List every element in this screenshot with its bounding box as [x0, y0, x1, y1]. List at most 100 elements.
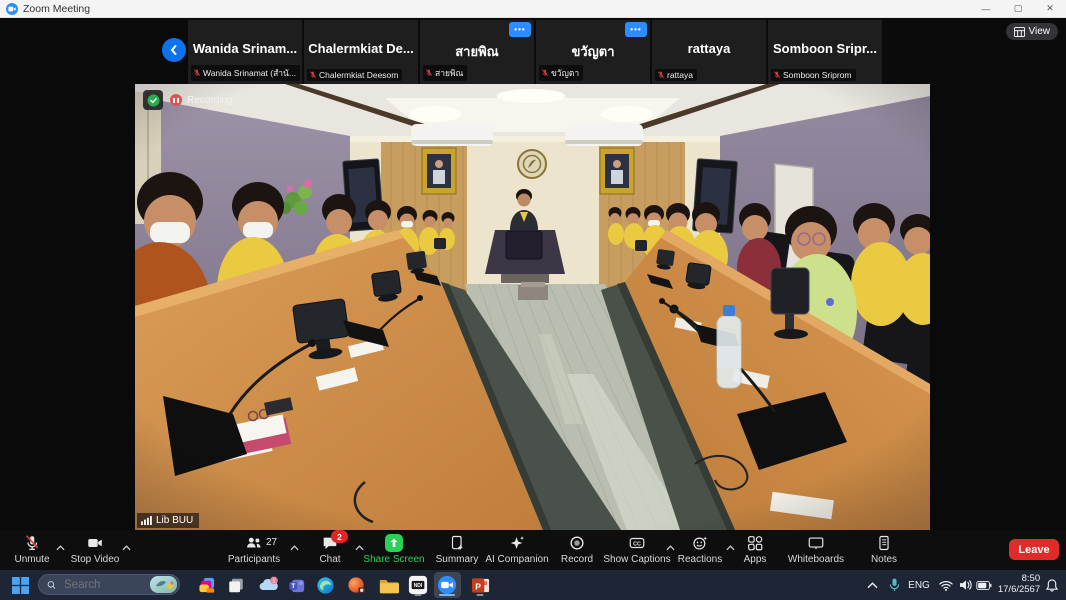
close-icon[interactable]: ✕: [1034, 0, 1066, 17]
powerpoint-icon[interactable]: P: [468, 573, 492, 597]
running-indicator: [415, 594, 422, 597]
tray-microphone-icon[interactable]: [884, 570, 904, 600]
svg-text:NDI: NDI: [414, 583, 423, 589]
grid-view-icon: [1014, 27, 1025, 37]
running-indicator-active: [439, 594, 455, 597]
apps-icon: [746, 534, 764, 552]
edge-browser-icon[interactable]: [313, 573, 337, 597]
recording-indicator[interactable]: Recording: [170, 94, 233, 106]
record-icon: [568, 534, 586, 552]
participant-label: Chalermkiat Deesom: [307, 69, 402, 81]
wifi-icon[interactable]: [936, 570, 956, 600]
search-highlight-image[interactable]: [150, 576, 177, 593]
view-button[interactable]: View: [1006, 23, 1059, 40]
ndi-app-icon[interactable]: NDI: [406, 573, 430, 597]
zoom-app-icon: [6, 3, 18, 15]
camera-icon: [86, 534, 104, 552]
chat-icon: 2: [321, 534, 339, 552]
start-button[interactable]: [8, 573, 32, 597]
tray-expand-chevron[interactable]: [862, 570, 882, 600]
search-icon: [47, 579, 56, 591]
participants-count: 27: [266, 537, 277, 548]
participant-label: ขวัญตา: [539, 65, 583, 81]
windows-taskbar: 1 T NDI P ENG: [0, 570, 1066, 600]
audio-level-icon: [141, 516, 152, 525]
notifications-bell-icon[interactable]: [1042, 570, 1062, 600]
participants-icon: 27: [245, 534, 263, 552]
tile-more-button[interactable]: •••: [509, 22, 531, 37]
active-speaker-chip: Lib BUU: [137, 513, 199, 528]
participant-tile[interactable]: Somboon Sripr... Somboon Sriprom: [768, 20, 883, 84]
teams-icon[interactable]: T: [285, 573, 309, 597]
running-indicator: [477, 594, 484, 597]
participant-name: Chalermkiat De...: [304, 41, 418, 56]
window-controls: — ▢ ✕: [970, 0, 1066, 17]
share-screen-icon: [385, 534, 403, 552]
participant-label: rattaya: [655, 69, 697, 81]
participant-name: rattaya: [652, 41, 766, 56]
onedrive-cloud-icon[interactable]: 1: [256, 573, 280, 597]
recording-label: Recording: [187, 95, 233, 106]
zoom-taskbar-icon[interactable]: [435, 573, 459, 597]
filmstrip-back-button[interactable]: [162, 38, 186, 62]
participant-name: Wanida Srinam...: [188, 41, 302, 56]
mic-muted-icon: [23, 534, 41, 552]
leave-button[interactable]: Leave: [1009, 539, 1059, 560]
reactions-icon: [691, 534, 709, 552]
participant-tile[interactable]: Chalermkiat De... Chalermkiat Deesom: [304, 20, 419, 84]
captions-icon: CC: [628, 534, 646, 552]
participant-name: สายพิณ: [420, 41, 534, 62]
title-bar: Zoom Meeting — ▢ ✕: [0, 0, 1066, 18]
participant-label: Wanida Srinamat (สำนั...: [191, 65, 300, 81]
svg-text:1: 1: [272, 579, 275, 585]
battery-icon[interactable]: [973, 570, 995, 600]
ai-companion-icon: [508, 534, 526, 552]
participant-label: สายพิณ: [423, 65, 467, 81]
participant-tile[interactable]: Wanida Srinam... Wanida Srinamat (สำนั..…: [188, 20, 303, 84]
window-title: Zoom Meeting: [23, 3, 90, 15]
zoom-meeting-window: Zoom Meeting — ▢ ✕ Wanida Srinam... Wani…: [0, 0, 1066, 600]
participant-tile[interactable]: ••• ขวัญตา ขวัญตา: [536, 20, 651, 84]
participant-tile[interactable]: ••• สายพิณ สายพิณ: [420, 20, 535, 84]
security-shield-icon[interactable]: [143, 90, 163, 110]
video-options-chevron[interactable]: [122, 538, 131, 556]
clock-date[interactable]: 8:50 17/6/2567: [996, 570, 1042, 600]
notes-button[interactable]: Notes: [839, 534, 929, 565]
participant-label: Somboon Sriprom: [771, 69, 856, 81]
mic-muted-icon: [657, 71, 665, 79]
zoom-toolbar: Unmute Stop Video 27 Participants 2 Chat: [0, 530, 1066, 570]
mic-muted-icon: [309, 71, 317, 79]
minimize-icon[interactable]: —: [970, 0, 1002, 17]
language-indicator[interactable]: ENG: [906, 570, 932, 600]
whiteboard-icon: [807, 534, 825, 552]
participant-name: ขวัญตา: [536, 41, 650, 62]
main-speaker-video: Recording Lib BUU: [135, 84, 930, 530]
svg-text:T: T: [291, 583, 295, 590]
file-explorer-icon[interactable]: [377, 573, 401, 597]
video-overlay-top: Recording: [143, 90, 233, 110]
recording-pause-icon: [170, 94, 182, 106]
notes-icon: [875, 534, 893, 552]
speaker-name: Lib BUU: [156, 515, 193, 526]
svg-text:CC: CC: [633, 541, 641, 547]
tray-date: 17/6/2567: [998, 585, 1040, 596]
mic-muted-icon: [773, 71, 781, 79]
microsoft-365-icon[interactable]: [195, 573, 219, 597]
task-view-icon[interactable]: [224, 573, 248, 597]
participant-tile[interactable]: rattaya rattaya: [652, 20, 767, 84]
search-input[interactable]: [62, 578, 144, 592]
summary-icon: [448, 534, 466, 552]
mic-muted-icon: [541, 69, 549, 77]
maximize-icon[interactable]: ▢: [1002, 0, 1034, 17]
photos-app-icon[interactable]: [344, 573, 368, 597]
taskbar-search[interactable]: [38, 574, 180, 595]
mic-muted-icon: [193, 69, 201, 77]
volume-icon[interactable]: [955, 570, 975, 600]
chat-badge: 2: [331, 530, 348, 543]
participant-name: Somboon Sripr...: [768, 41, 882, 56]
mic-muted-icon: [425, 69, 433, 77]
meeting-room-scene: [135, 84, 930, 530]
svg-text:P: P: [475, 581, 481, 591]
tile-more-button[interactable]: •••: [625, 22, 647, 37]
meeting-area: Wanida Srinam... Wanida Srinamat (สำนั..…: [0, 18, 1066, 570]
